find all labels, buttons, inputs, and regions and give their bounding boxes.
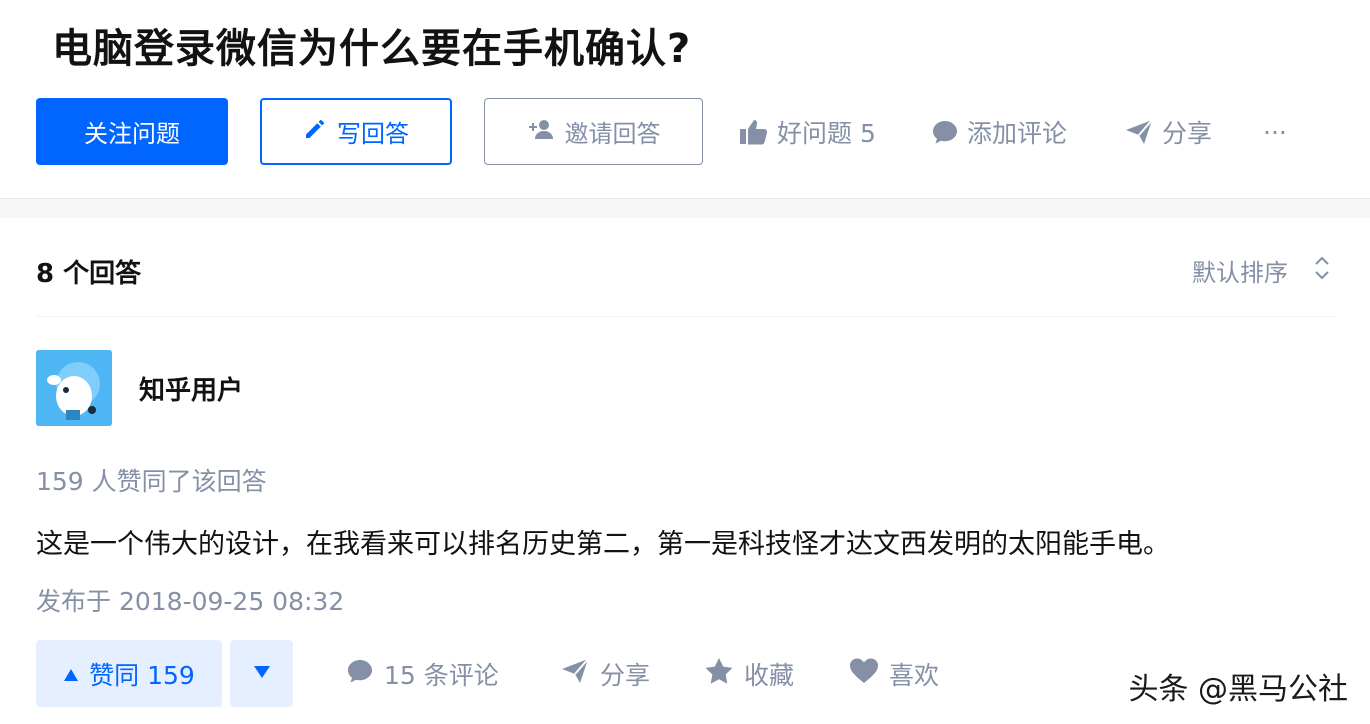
follow-question-button[interactable]: 关注问题 [36,98,228,165]
watermark: 头条 @黑马公社 [1128,672,1348,707]
sort-dropdown[interactable]: 默认排序 [1192,253,1330,288]
divider [36,316,1334,317]
sort-chevrons-icon [1314,254,1330,288]
like-button[interactable]: 喜欢 [849,654,939,694]
question-header: 电脑登录微信为什么要在手机确认? 关注问题 写回答 邀请回答 好问题 5 添加评… [0,0,1370,199]
triangle-down-icon [253,664,271,683]
follow-label: 关注问题 [84,120,180,148]
paper-plane-icon [1124,118,1154,146]
vote-up-label: 赞同 159 [89,660,195,690]
comment-icon [931,118,959,146]
invite-label: 邀请回答 [564,120,661,148]
comments-button[interactable]: 15 条评论 [346,654,499,694]
share-button[interactable]: 分享 [1124,112,1212,152]
heart-icon [849,657,879,691]
avatar[interactable] [36,350,112,426]
sort-label: 默认排序 [1192,259,1288,287]
answer-share-label: 分享 [600,661,651,690]
author-name[interactable]: 知乎用户 [139,370,243,407]
comment-icon [346,657,374,691]
invite-answer-button[interactable]: 邀请回答 [484,98,703,165]
write-answer-button[interactable]: 写回答 [260,98,452,165]
thumb-up-icon [739,118,769,146]
answers-section: 8 个回答 默认排序 知乎用户 159 人赞同了该回答 这是一个伟大的设计，在我… [0,218,1370,724]
triangle-up-icon [63,659,79,688]
share-label: 分享 [1162,119,1213,148]
pencil-icon [303,117,327,147]
collect-label: 收藏 [744,661,795,690]
vote-down-button[interactable] [230,640,293,707]
answer-count: 8 个回答 [36,259,142,289]
answer-content: 这是一个伟大的设计，在我看来可以排名历史第二，第一是科技怪才达文西发明的太阳能手… [36,529,1170,560]
more-button[interactable]: ··· [1263,112,1287,152]
question-title: 电脑登录微信为什么要在手机确认? [52,26,692,72]
votes-meta: 159 人赞同了该回答 [36,467,267,496]
like-label: 喜欢 [889,661,940,690]
add-user-icon [527,117,555,147]
publish-time[interactable]: 发布于 2018-09-25 08:32 [36,582,344,618]
add-comment-button[interactable]: 添加评论 [931,112,1067,152]
good-question-label: 好问题 5 [777,119,876,148]
answer-share-button[interactable]: 分享 [560,654,650,694]
add-comment-label: 添加评论 [967,119,1068,148]
comments-label: 15 条评论 [384,661,499,690]
vote-up-button[interactable]: 赞同 159 [36,640,222,707]
write-label: 写回答 [337,120,409,148]
star-icon [704,657,734,691]
paper-plane-icon [560,657,590,691]
more-icon: ··· [1263,117,1287,147]
good-question-button[interactable]: 好问题 5 [739,112,876,152]
collect-button[interactable]: 收藏 [704,654,794,694]
